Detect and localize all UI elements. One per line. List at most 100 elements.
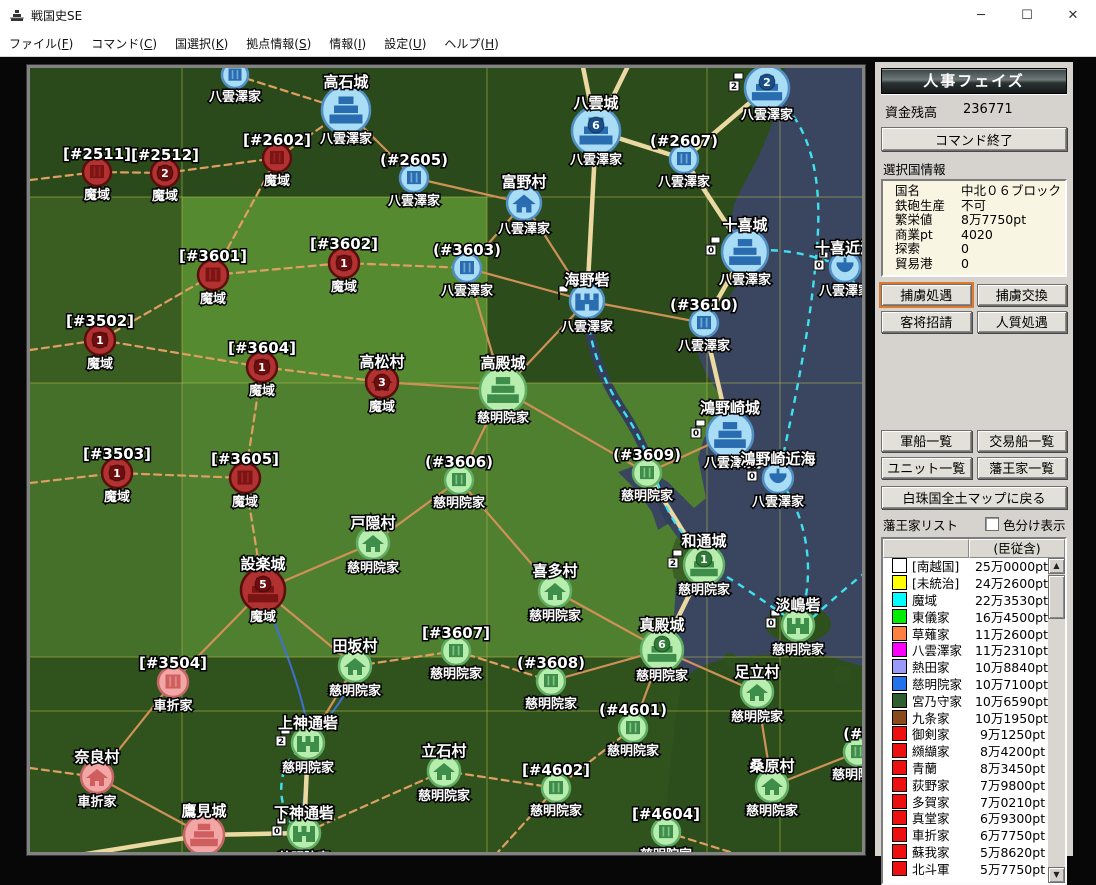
- map-node[interactable]: 5: [241, 568, 285, 612]
- node-name-label: 淡嶋砦: [775, 596, 820, 614]
- node-name-label: 十喜城: [722, 216, 767, 234]
- svg-text:0: 0: [768, 619, 774, 629]
- menu-s[interactable]: 拠点情報(S): [237, 32, 320, 55]
- list-buttons: 軍船一覧交易船一覧ユニット一覧藩王家一覧: [881, 430, 1067, 479]
- clan-header-color-col[interactable]: [883, 539, 969, 558]
- scroll-thumb[interactable]: [1048, 575, 1065, 619]
- scroll-down-icon[interactable]: ▼: [1048, 867, 1065, 883]
- clan-row[interactable]: 東儀家16万4500pt: [883, 608, 1048, 625]
- button-客将招請[interactable]: 客将招請: [881, 311, 972, 333]
- node-owner-label: 魔域: [232, 494, 258, 510]
- button-人質処遇[interactable]: 人質処遇: [977, 311, 1068, 333]
- node-name-label: [#4602]: [522, 761, 590, 779]
- node-owner-label: 八雲澤家: [208, 89, 262, 105]
- node-name-label: 鴻野崎城: [700, 399, 760, 417]
- map-node[interactable]: 6: [641, 629, 683, 671]
- strategy-map[interactable]: 26221001130015126020 八雲澤家高石城八雲澤家[#2602]魔…: [30, 68, 862, 852]
- clan-list-scrollbar[interactable]: ▲ ▼: [1048, 558, 1065, 883]
- node-name-label: 立石村: [421, 742, 466, 760]
- clan-color-swatch: [892, 810, 907, 825]
- app-icon: [9, 7, 25, 23]
- map-area[interactable]: 26221001130015126020 八雲澤家高石城八雲澤家[#2602]魔…: [30, 68, 862, 852]
- node-owner-label: 慈明院家: [282, 760, 335, 776]
- node-owner-label: 八雲澤家: [387, 193, 441, 209]
- button-捕虜交換[interactable]: 捕虜交換: [977, 284, 1068, 306]
- clan-points: 5万7750pt: [980, 859, 1045, 878]
- node-name-label: [#4604]: [632, 805, 700, 823]
- node-owner-label: 魔域: [369, 399, 395, 415]
- command-end-button[interactable]: コマンド終了: [881, 127, 1067, 151]
- clan-row[interactable]: 纐纈家8万4200pt: [883, 742, 1048, 759]
- clan-row[interactable]: 九条家10万1950pt: [883, 709, 1048, 726]
- color-toggle-checkbox[interactable]: [985, 517, 999, 531]
- menu-k[interactable]: 国選択(K): [166, 32, 237, 55]
- node-name-label: (#3609): [613, 446, 681, 464]
- sidebar: 人事フェイズ 資金残高 236771 コマンド終了 選択国情報 国名中北０６ブロ…: [875, 62, 1073, 856]
- clan-row[interactable]: 多賀家7万0210pt: [883, 793, 1048, 810]
- node-owner-label: 八雲澤家: [569, 152, 623, 168]
- svg-text:5: 5: [259, 578, 267, 591]
- clan-row[interactable]: 真堂家6万9300pt: [883, 810, 1048, 827]
- menu-c[interactable]: コマンド(C): [82, 32, 166, 55]
- map-node[interactable]: [222, 68, 248, 88]
- button-ユニット一覧[interactable]: ユニット一覧: [881, 457, 972, 479]
- clan-row[interactable]: 八雲澤家11万2310pt: [883, 642, 1048, 659]
- clan-list[interactable]: (臣従含) [南越国]25万0000pt[未統治]24万2600pt魔域22万3…: [881, 537, 1067, 885]
- clan-row[interactable]: [南越国]25万0000pt: [883, 558, 1048, 575]
- svg-text:6: 6: [658, 638, 666, 651]
- clan-row[interactable]: 蘇我家5万8620pt: [883, 843, 1048, 860]
- node-name-label: 鷹見城: [181, 802, 226, 820]
- clan-header-points-col[interactable]: (臣従含): [969, 539, 1065, 558]
- back-to-map-button[interactable]: 白珠国全土マップに戻る: [881, 486, 1067, 509]
- menu-bar: ファイル(F)コマンド(C)国選択(K)拠点情報(S)情報(I)設定(U)ヘルプ…: [0, 30, 1096, 57]
- clan-color-swatch: [892, 726, 907, 741]
- info-row: 鉄砲生産不可: [895, 199, 1065, 214]
- svg-text:2: 2: [278, 737, 284, 747]
- node-owner-label: 慈明院家: [525, 696, 578, 712]
- title-bar[interactable]: 戦国史SE ─ ☐ ✕: [0, 0, 1096, 31]
- clan-row[interactable]: 魔域22万3530pt: [883, 591, 1048, 608]
- map-node[interactable]: [480, 367, 526, 413]
- clan-row[interactable]: 青蘭8万3450pt: [883, 759, 1048, 776]
- clan-list-label: 藩王家リスト: [883, 515, 958, 534]
- clan-row[interactable]: 慈明院家10万7100pt: [883, 675, 1048, 692]
- node-name-label: (#2607): [650, 132, 718, 150]
- menu-f[interactable]: ファイル(F): [0, 32, 82, 55]
- map-node[interactable]: [507, 186, 541, 220]
- node-name-label: (#4: [843, 725, 862, 743]
- minimize-button[interactable]: ─: [958, 0, 1004, 30]
- clan-row[interactable]: 熱田家10万8840pt: [883, 658, 1048, 675]
- svg-text:2: 2: [670, 559, 676, 569]
- node-name-label: [#2511]: [63, 145, 131, 163]
- map-node[interactable]: [322, 86, 370, 134]
- menu-h[interactable]: ヘルプ(H): [435, 32, 507, 55]
- clan-row[interactable]: 御剣家9万1250pt: [883, 726, 1048, 743]
- clan-row[interactable]: 草薙家11万2600pt: [883, 625, 1048, 642]
- node-name-label: [#3504]: [139, 654, 207, 672]
- clan-row[interactable]: 荻野家7万9800pt: [883, 776, 1048, 793]
- islet: [833, 665, 851, 683]
- node-name-label: 下神通砦: [274, 804, 334, 822]
- node-owner-label: 八雲澤家: [677, 338, 731, 354]
- clan-row[interactable]: 宮乃守家10万6590pt: [883, 692, 1048, 709]
- clan-rows: [南越国]25万0000pt[未統治]24万2600pt魔域22万3530pt東…: [883, 558, 1048, 883]
- node-owner-label: 魔域: [84, 187, 110, 203]
- menu-u[interactable]: 設定(U): [375, 32, 435, 55]
- clan-color-swatch: [892, 642, 907, 657]
- map-node[interactable]: [184, 815, 224, 852]
- scroll-up-icon[interactable]: ▲: [1048, 558, 1065, 574]
- clan-row[interactable]: [未統治]24万2600pt: [883, 574, 1048, 591]
- phase-header: 人事フェイズ: [881, 68, 1067, 94]
- close-button[interactable]: ✕: [1050, 0, 1096, 30]
- button-交易船一覧[interactable]: 交易船一覧: [977, 430, 1068, 452]
- menu-i[interactable]: 情報(I): [320, 32, 375, 55]
- node-name-label: 足立村: [734, 663, 779, 681]
- node-name-label: 高石城: [323, 73, 368, 91]
- clan-row[interactable]: 車折家6万7750pt: [883, 826, 1048, 843]
- clan-row[interactable]: 北斗軍5万7750pt: [883, 860, 1048, 877]
- button-捕虜処遇[interactable]: 捕虜処遇: [881, 284, 972, 306]
- map-node[interactable]: 6: [572, 107, 620, 155]
- button-軍船一覧[interactable]: 軍船一覧: [881, 430, 972, 452]
- button-藩王家一覧[interactable]: 藩王家一覧: [977, 457, 1068, 479]
- maximize-button[interactable]: ☐: [1004, 0, 1050, 30]
